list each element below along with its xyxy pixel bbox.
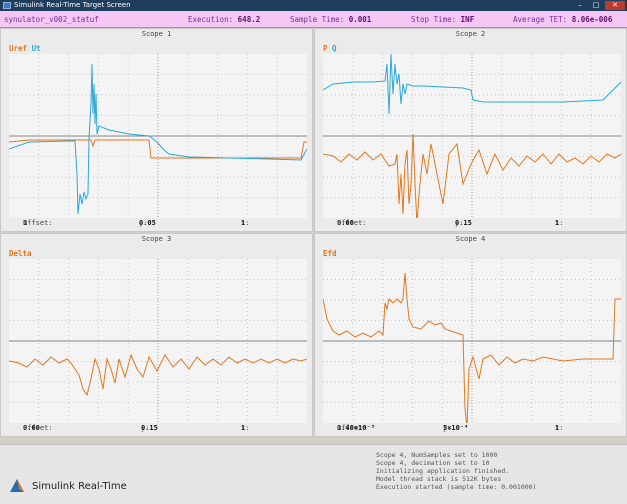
app-icon	[3, 2, 11, 9]
scope-plot	[9, 54, 307, 218]
scope-footer: Offset: 0.60 y: 0.15 t: 1	[23, 424, 250, 432]
grid-lines	[323, 259, 621, 423]
scope-legend: Efd	[323, 249, 337, 258]
series-ut	[9, 63, 307, 215]
scope-plot	[323, 54, 621, 218]
scope-3-plot-svg	[9, 259, 307, 423]
scope-2-panel: Scope 2 P Q Offset: 0.60 y: 0.15 t: 1	[314, 28, 627, 232]
window-title: Simulink Real-Time Target Screen	[14, 1, 131, 9]
window-controls: – □ ✕	[573, 1, 625, 10]
scope-plot	[323, 259, 621, 423]
legend-item: Delta	[9, 249, 32, 258]
model-name: synulator_v002_statuf	[4, 15, 99, 24]
scope-1-panel: Scope 1 Uref Ut Offset: 1 y: 0.05 t: 1	[0, 28, 313, 232]
log-line: Initializing application finished.	[376, 467, 510, 475]
minimize-button[interactable]: –	[573, 1, 587, 10]
simulink-logo-icon	[10, 479, 24, 492]
scope-legend: Delta	[9, 249, 32, 258]
average-tet-status: Average TET: 8.06e-006	[513, 15, 613, 24]
legend-item: Uref	[9, 44, 28, 53]
scope-1-plot-svg	[9, 54, 307, 218]
scope-3-panel: Scope 3 Delta Offset: 0.60 y: 0.15 t: 1	[0, 233, 313, 437]
scope-footer: Offset: 1.40×10⁻³ y: 5×10⁻⁴ t: 1	[337, 424, 564, 432]
series-p	[323, 133, 621, 218]
scope-title: Scope 3	[141, 235, 172, 243]
stop-time-status: Stop Time: INF	[411, 15, 475, 24]
log-line: Scope 4, NumSamples set to 1000	[376, 451, 498, 459]
log-line: Model thread stack is 512K bytes	[376, 475, 502, 483]
scope-plot	[9, 259, 307, 423]
legend-item: Ut	[31, 44, 41, 53]
legend-item: Q	[332, 44, 337, 53]
simulink-logo: Simulink Real-Time	[8, 477, 127, 495]
scope-title: Scope 2	[455, 30, 486, 38]
scope-footer: Offset: 0.60 y: 0.15 t: 1	[337, 219, 564, 227]
scope-4-panel: Scope 4 Efd Offset: 1.40×10⁻³ y: 5×10⁻⁴ …	[314, 233, 627, 437]
execution-status: Execution: 648.2	[188, 15, 261, 24]
grid-lines	[9, 54, 307, 218]
legend-item: Efd	[323, 249, 337, 258]
bottom-panel: Simulink Real-Time Scope 4, NumSamples s…	[0, 444, 627, 504]
scope-title: Scope 4	[455, 235, 486, 243]
scope-title: Scope 1	[141, 30, 172, 38]
log-line: Execution started (sample time: 0.001000…	[376, 483, 537, 491]
window-titlebar: Simulink Real-Time Target Screen – □ ✕	[0, 0, 627, 11]
grid-lines	[323, 54, 621, 218]
log-line: Scope 4, decimation set to 10	[376, 459, 490, 467]
legend-item: P	[323, 44, 328, 53]
status-bar: synulator_v002_statuf Execution: 648.2 S…	[0, 11, 627, 28]
scope-footer: Offset: 1 y: 0.05 t: 1	[23, 219, 250, 227]
sample-time-status: Sample Time: 0.001	[290, 15, 372, 24]
message-log: Scope 4, NumSamples set to 1000 Scope 4, …	[376, 451, 536, 491]
scope-4-plot-svg	[323, 259, 621, 423]
scope-legend: Uref Ut	[9, 44, 41, 53]
scope-2-plot-svg	[323, 54, 621, 218]
maximize-button[interactable]: □	[589, 1, 603, 10]
grid-lines	[9, 259, 307, 423]
close-button[interactable]: ✕	[605, 1, 625, 10]
logo-text: Simulink Real-Time	[32, 480, 127, 492]
scope-legend: P Q	[323, 44, 337, 53]
